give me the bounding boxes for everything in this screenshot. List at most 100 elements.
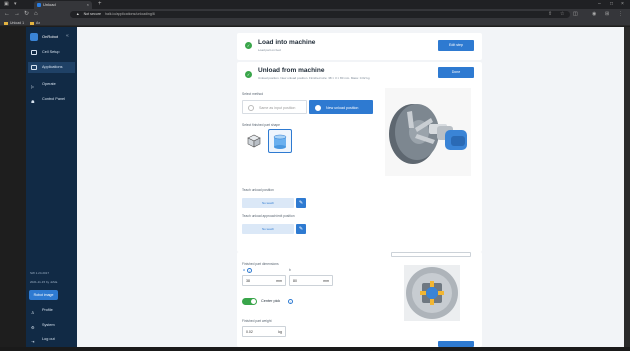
control-panel-icon: ☗: [31, 100, 35, 104]
downloads-icon[interactable]: ⊞: [605, 11, 609, 18]
collapse-sidebar-icon[interactable]: «: [66, 33, 69, 39]
applications-icon: [31, 65, 37, 70]
check-icon: ✓: [245, 71, 252, 78]
minimize-icon[interactable]: –: [598, 0, 601, 8]
gear-icon: ⚙: [31, 326, 35, 330]
preview-image-placeholder: [391, 252, 471, 257]
done-button[interactable]: Done: [438, 67, 474, 78]
new-tab-icon[interactable]: +: [98, 0, 102, 9]
app-logo-icon: [30, 33, 38, 41]
url-text: halk.io/applications/unloading/6: [104, 12, 155, 16]
sidebar-item-system[interactable]: ⚙ System: [28, 320, 75, 331]
info-icon[interactable]: i: [247, 268, 252, 273]
teach-approach-label: Teach unload approach/exit position: [242, 214, 295, 218]
option-new-unload-position[interactable]: New unload position: [309, 100, 373, 114]
dimensions-label: Finished part dimensions: [242, 262, 279, 266]
unload-step-card: ✓ Unload from machine Unload position. N…: [237, 62, 482, 252]
top-view-image: [404, 265, 460, 321]
select-method-label: Select method: [242, 92, 264, 96]
check-icon: ✓: [245, 42, 252, 49]
machine-preview-image: [385, 88, 471, 176]
sidebar-item-applications[interactable]: Applications: [28, 62, 75, 73]
folder-icon: [30, 21, 34, 25]
play-icon: ▷: [31, 85, 34, 89]
load-step-subtitle: Load part on bed: [258, 48, 281, 52]
radio-icon: [248, 105, 254, 111]
cell-setup-icon: [31, 50, 37, 55]
tab-list-icon[interactable]: ▾: [14, 0, 17, 8]
load-step-title: Load into machine: [258, 39, 316, 46]
taskbar-edge: [0, 347, 630, 351]
center-pick-toggle[interactable]: [242, 298, 257, 305]
sidebar-item-logout[interactable]: ⇥ Log out: [28, 334, 75, 345]
main-content: ✓ Load into machine Load part on bed Edi…: [77, 27, 630, 347]
browser-menu-icon[interactable]: ▣: [4, 0, 9, 8]
profile-icon[interactable]: ◉: [592, 11, 596, 18]
software-build: 2021-11-15 by JoMa: [30, 280, 58, 284]
app-title: OnRobot: [42, 34, 59, 39]
logout-icon: ⇥: [31, 340, 35, 344]
teach-approach-pick-icon[interactable]: ✎: [296, 224, 306, 234]
teach-unload-pick-icon[interactable]: ✎: [296, 198, 306, 208]
sidebar-item-cell-setup[interactable]: Cell Setup: [28, 47, 75, 58]
bookmarks-bar: Unload 1 Ax: [0, 20, 630, 26]
part-dimensions-card: Finished part dimensions a i b 38 mm 80 …: [237, 252, 482, 347]
folder-icon: [4, 21, 8, 25]
edit-step-button[interactable]: Edit step: [438, 40, 474, 51]
box-shape-icon: [247, 134, 261, 148]
bookmark-star-icon[interactable]: ☆: [560, 11, 564, 18]
close-window-icon[interactable]: ×: [621, 0, 624, 8]
user-icon: ♙: [31, 311, 35, 315]
radio-selected-icon: [315, 105, 321, 111]
url-field[interactable]: ▲ Not secure halk.io/applications/unloadin…: [70, 11, 570, 18]
home-icon[interactable]: ⌂: [34, 11, 38, 18]
teach-unload-label: Teach unload position: [242, 188, 274, 192]
bookmark-item[interactable]: Unload 1: [4, 20, 24, 26]
tab-title: Unload: [43, 2, 56, 7]
info-icon[interactable]: i: [288, 299, 293, 304]
dim-a-input[interactable]: 38 mm: [242, 275, 286, 286]
dim-b-label: b: [289, 268, 291, 272]
bookmark-item[interactable]: Ax: [30, 20, 40, 26]
dim-a-label: a: [243, 268, 245, 272]
tab-close-icon[interactable]: ×: [87, 1, 89, 9]
shape-cylinder-option[interactable]: [268, 129, 292, 153]
tab-bar: ▣ ▾ Unload × + – □ ×: [0, 0, 630, 9]
load-step-card: ✓ Load into machine Load part on bed Edi…: [237, 33, 482, 60]
weight-label: Finished part weight: [242, 319, 272, 323]
forward-icon[interactable]: →: [14, 11, 20, 18]
maximize-icon[interactable]: □: [610, 0, 613, 8]
reload-icon[interactable]: ↻: [24, 11, 29, 18]
option-same-as-input[interactable]: Same as input position: [242, 100, 307, 114]
teach-unload-button[interactable]: No teach: [242, 198, 294, 208]
weight-input[interactable]: 0.02 kg: [242, 326, 286, 337]
back-icon[interactable]: ←: [4, 11, 10, 18]
browser-window: ▣ ▾ Unload × + – □ × ← → ↻ ⌂ ▲ Not secure…: [0, 0, 630, 351]
sidebar-item-profile[interactable]: ♙ Profile: [28, 305, 75, 316]
unit-label: mm: [323, 279, 329, 283]
extensions-icon[interactable]: ◫: [573, 11, 578, 18]
unit-label: mm: [276, 279, 282, 283]
software-version: SW 1.24.2017: [30, 271, 50, 275]
security-warning-icon[interactable]: ▲: [76, 12, 80, 16]
teach-approach-button[interactable]: No teach: [242, 224, 294, 234]
unit-label: kg: [278, 330, 282, 334]
sidebar: OnRobot « Cell Setup Applications ▷ Oper…: [26, 27, 77, 347]
shape-box-option[interactable]: [243, 131, 265, 151]
tab-unload[interactable]: Unload ×: [34, 1, 92, 9]
cylinder-shape-icon: [273, 134, 287, 149]
address-bar: ← → ↻ ⌂ ▲ Not secure halk.io/applications/…: [0, 9, 630, 20]
unload-step-title: Unload from machine: [258, 67, 325, 74]
scrollbar[interactable]: [624, 27, 630, 347]
sidebar-item-operate[interactable]: ▷ Operate: [28, 79, 75, 90]
share-icon[interactable]: ⇧: [548, 11, 552, 18]
unload-step-subtitle: Unload position. New unload position. Fi…: [258, 76, 370, 80]
sidebar-header: OnRobot «: [28, 31, 75, 43]
robot-image-button[interactable]: Robot image: [29, 290, 58, 300]
security-label: Not secure: [83, 12, 101, 16]
dim-b-input[interactable]: 80 mm: [289, 275, 333, 286]
tab-favicon-icon: [37, 3, 41, 7]
browser-more-icon[interactable]: ⋮: [618, 11, 623, 18]
sidebar-item-control-panel[interactable]: ☗ Control Panel: [28, 94, 75, 105]
finished-shape-label: Select finished part shape: [242, 123, 280, 127]
